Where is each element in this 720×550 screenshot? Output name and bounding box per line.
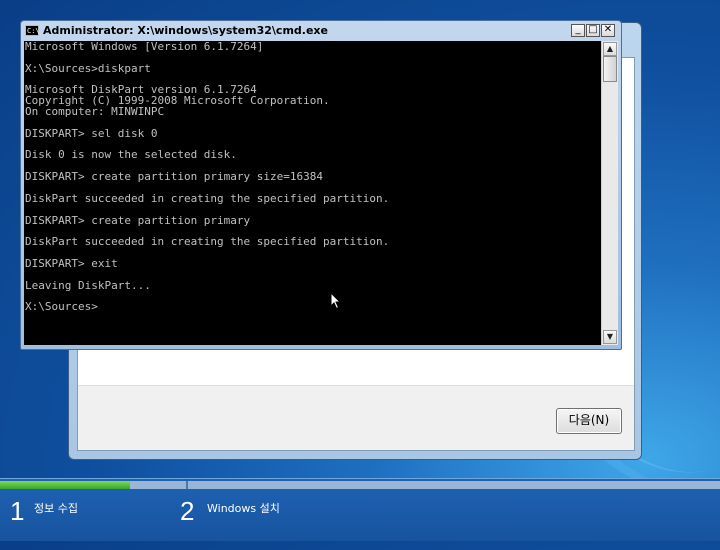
cmd-window[interactable]: C:\ Administrator: X:\windows\system32\c…: [20, 20, 622, 350]
setup-footer: 다음(N): [78, 385, 634, 450]
close-icon[interactable]: ✕: [601, 24, 615, 37]
cmd-window-title: Administrator: X:\windows\system32\cmd.e…: [43, 24, 328, 37]
console-text: Microsoft Windows [Version 6.1.7264] X:\…: [25, 41, 390, 314]
progress-fill: [0, 481, 130, 489]
step-1-number: 1: [10, 496, 25, 526]
step-1-label: 정보 수집: [34, 502, 78, 515]
next-button[interactable]: 다음(N): [556, 408, 622, 434]
setup-progress-bar: [0, 481, 720, 489]
minimize-icon[interactable]: _: [571, 24, 585, 37]
step-2-number: 2: [180, 496, 195, 526]
cmd-title-bar[interactable]: C:\ Administrator: X:\windows\system32\c…: [21, 21, 621, 41]
progress-separator: [186, 481, 188, 489]
step-2-label: Windows 설치: [207, 502, 280, 515]
cmd-app-icon[interactable]: C:\: [25, 25, 40, 36]
vertical-scrollbar[interactable]: ▲ ▼: [601, 41, 618, 345]
mouse-cursor-icon: [330, 292, 342, 310]
window-controls: _ □ ✕: [571, 24, 615, 38]
maximize-icon[interactable]: □: [586, 24, 600, 37]
console-output[interactable]: Microsoft Windows [Version 6.1.7264] X:\…: [24, 41, 601, 345]
scroll-up-icon[interactable]: ▲: [603, 42, 617, 56]
scrollbar-thumb[interactable]: [603, 56, 617, 82]
scroll-down-icon[interactable]: ▼: [603, 330, 617, 344]
